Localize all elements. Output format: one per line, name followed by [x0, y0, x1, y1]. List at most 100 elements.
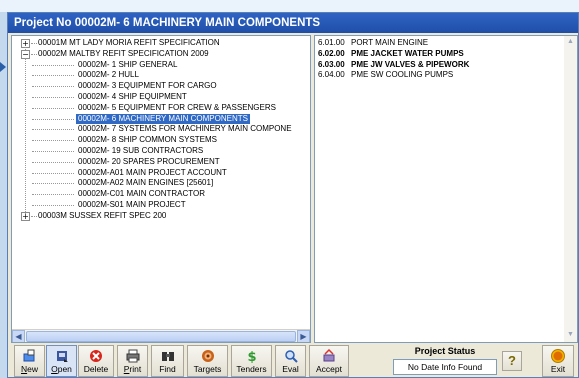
tree-connector — [32, 204, 74, 206]
tree-connector — [31, 215, 37, 217]
delete-icon — [89, 349, 103, 363]
tree-section-node[interactable]: 00002M- 1 SHIP GENERAL — [12, 60, 308, 71]
tree-node-label[interactable]: 00002M-C01 MAIN CONTRACTOR — [78, 189, 205, 200]
new-project-icon — [23, 349, 37, 363]
tree-connector — [32, 129, 74, 131]
tree-connector — [32, 96, 74, 98]
tenders-button[interactable]: $ Tenders — [231, 345, 272, 377]
exit-button[interactable]: Exit — [542, 345, 574, 377]
scroll-thumb[interactable] — [26, 331, 296, 342]
tree-connector — [32, 161, 74, 163]
targets-icon — [201, 349, 215, 363]
tree-section-node[interactable]: 00002M- 2 HULL — [12, 70, 308, 81]
tree-section-node[interactable]: 00002M- 8 SHIP COMMON SYSTEMS — [12, 135, 308, 146]
detail-code: 6.03.00 — [318, 59, 345, 69]
details-pane[interactable]: 6.01.00 PORT MAIN ENGINE 6.02.00 PME JACKET… — [314, 35, 578, 343]
tree-node-label[interactable]: 00002M-S01 MAIN PROJECT — [78, 200, 186, 211]
svg-text:$: $ — [247, 350, 256, 363]
targets-button-label: Targets — [193, 364, 222, 374]
tree-section-node[interactable]: 00002M-C01 MAIN CONTRACTOR — [12, 189, 308, 200]
tree-project-node[interactable]: +00003M SUSSEX REFIT SPEC 200 — [12, 211, 308, 222]
tree-node-label[interactable]: 00003M SUSSEX REFIT SPEC 200 — [38, 211, 166, 222]
tree-node-label[interactable]: 00002M- 20 SPARES PROCUREMENT — [78, 157, 220, 168]
tree-section-node[interactable]: 00002M-A02 MAIN ENGINES [25601] — [12, 178, 308, 189]
tree-section-node[interactable]: 00002M- 20 SPARES PROCUREMENT — [12, 157, 308, 168]
tree-section-node[interactable]: 00002M-S01 MAIN PROJECT — [12, 200, 308, 211]
tree-guide-line — [25, 47, 26, 50]
tree-node-label[interactable]: 00002M MALTBY REFIT SPECIFICATION 2009 — [38, 49, 209, 60]
tree-connector — [32, 140, 74, 142]
printer-icon — [126, 349, 140, 363]
project-window: Project No 00002M- 6 MACHINERY MAIN COMP… — [7, 12, 579, 378]
project-status-group: Project Status No Date Info Found — [393, 345, 497, 377]
project-tree[interactable]: +00001M MT LADY MORIA REFIT SPECIFICATIO… — [12, 38, 308, 222]
scroll-up-icon[interactable]: ▲ — [564, 36, 577, 49]
tree-connector — [31, 43, 37, 44]
magnifier-icon — [284, 349, 298, 363]
tree-node-label[interactable]: 00002M- 2 HULL — [78, 70, 139, 81]
tree-connector — [32, 183, 74, 185]
detail-code: 6.01.00 — [318, 38, 345, 47]
eval-button[interactable]: Eval — [275, 345, 306, 377]
help-button[interactable]: ? — [502, 351, 522, 371]
details-list: 6.01.00 PORT MAIN ENGINE 6.02.00 PME JACKET… — [315, 36, 577, 81]
tree-node-label[interactable]: 00001M MT LADY MORIA REFIT SPECIFICATION — [38, 38, 220, 49]
tree-node-label[interactable]: 00002M-A02 MAIN ENGINES [25601] — [78, 178, 213, 189]
tenders-icon: $ — [245, 349, 259, 365]
scroll-right-icon[interactable]: ▶ — [297, 330, 310, 342]
tree-section-node[interactable]: 00002M- 5 EQUIPMENT FOR CREW & PASSENGER… — [12, 103, 308, 114]
tree-section-node[interactable]: 00002M- 7 SYSTEMS FOR MACHINERY MAIN COM… — [12, 124, 308, 135]
tree-section-node[interactable]: 00002M-A01 MAIN PROJECT ACCOUNT — [12, 168, 308, 179]
detail-description: PME SW COOLING PUMPS — [351, 70, 454, 80]
detail-row[interactable]: 6.02.00 PME JACKET WATER PUMPS — [315, 49, 577, 60]
accept-button[interactable]: Accept — [309, 345, 349, 377]
tree-guide-line — [25, 57, 26, 215]
exit-icon — [551, 349, 565, 363]
eval-button-label: Eval — [282, 364, 299, 374]
window-title: Project No 00002M- 6 MACHINERY MAIN COMP… — [8, 13, 578, 33]
detail-row[interactable]: 6.03.00 PME JW VALVES & PIPEWORK — [315, 60, 577, 71]
delete-button[interactable]: Delete — [78, 345, 114, 377]
tree-node-label[interactable]: 00002M- 5 EQUIPMENT FOR CREW & PASSENGER… — [78, 103, 276, 114]
tree-connector — [32, 107, 74, 109]
background-top — [0, 0, 579, 12]
tree-connector — [32, 150, 74, 152]
tree-connector — [32, 75, 74, 77]
find-button[interactable]: Find — [151, 345, 184, 377]
detail-row[interactable]: 6.01.00 PORT MAIN ENGINE — [315, 38, 577, 49]
tree-section-node[interactable]: 00002M- 3 EQUIPMENT FOR CARGO — [12, 81, 308, 92]
horizontal-scrollbar[interactable]: ◀ ▶ — [12, 329, 310, 342]
tree-node-label[interactable]: 00002M- 6 MACHINERY MAIN COMPONENTS — [76, 113, 250, 125]
tree-section-node[interactable]: 00002M- 4 SHIP EQUIPMENT — [12, 92, 308, 103]
print-button[interactable]: Print — [117, 345, 148, 377]
open-button[interactable]: Open — [46, 345, 77, 377]
tree-connector — [32, 172, 74, 174]
binoculars-icon — [161, 349, 175, 363]
scroll-down-icon[interactable]: ▼ — [564, 329, 577, 342]
targets-button[interactable]: Targets — [187, 345, 228, 377]
tree-project-node[interactable]: −00002M MALTBY REFIT SPECIFICATION 2009 — [12, 49, 308, 60]
tree-section-node[interactable]: 00002M- 19 SUB CONTRACTORS — [12, 146, 308, 157]
new-button[interactable]: New — [14, 345, 45, 377]
tree-section-node[interactable]: 00002M- 6 MACHINERY MAIN COMPONENTS — [12, 113, 308, 125]
tree-node-label[interactable]: 00002M- 1 SHIP GENERAL — [78, 60, 177, 71]
project-status-title: Project Status — [414, 346, 476, 356]
tree-connector — [32, 118, 74, 120]
vertical-scrollbar[interactable]: ▲ ▼ — [564, 36, 577, 342]
scroll-left-icon[interactable]: ◀ — [12, 330, 25, 342]
find-button-label: Find — [159, 364, 176, 374]
tree-connector — [32, 86, 74, 88]
tree-node-label[interactable]: 00002M- 4 SHIP EQUIPMENT — [78, 92, 187, 103]
tree-node-label[interactable]: 00002M-A01 MAIN PROJECT ACCOUNT — [78, 168, 227, 179]
tree-node-label[interactable]: 00002M- 7 SYSTEMS FOR MACHINERY MAIN COM… — [78, 124, 292, 135]
tree-project-node[interactable]: +00001M MT LADY MORIA REFIT SPECIFICATIO… — [12, 38, 308, 49]
detail-row[interactable]: 6.04.00 PME SW COOLING PUMPS — [315, 70, 577, 81]
new-button-label: New — [20, 364, 38, 374]
tree-node-label[interactable]: 00002M- 8 SHIP COMMON SYSTEMS — [78, 135, 217, 146]
tenders-button-label: Tenders — [236, 364, 267, 374]
tree-connector — [31, 53, 37, 55]
accept-icon — [322, 348, 336, 363]
tree-node-label[interactable]: 00002M- 19 SUB CONTRACTORS — [78, 146, 203, 157]
project-tree-pane[interactable]: +00001M MT LADY MORIA REFIT SPECIFICATIO… — [11, 35, 311, 343]
tree-node-label[interactable]: 00002M- 3 EQUIPMENT FOR CARGO — [78, 81, 217, 92]
